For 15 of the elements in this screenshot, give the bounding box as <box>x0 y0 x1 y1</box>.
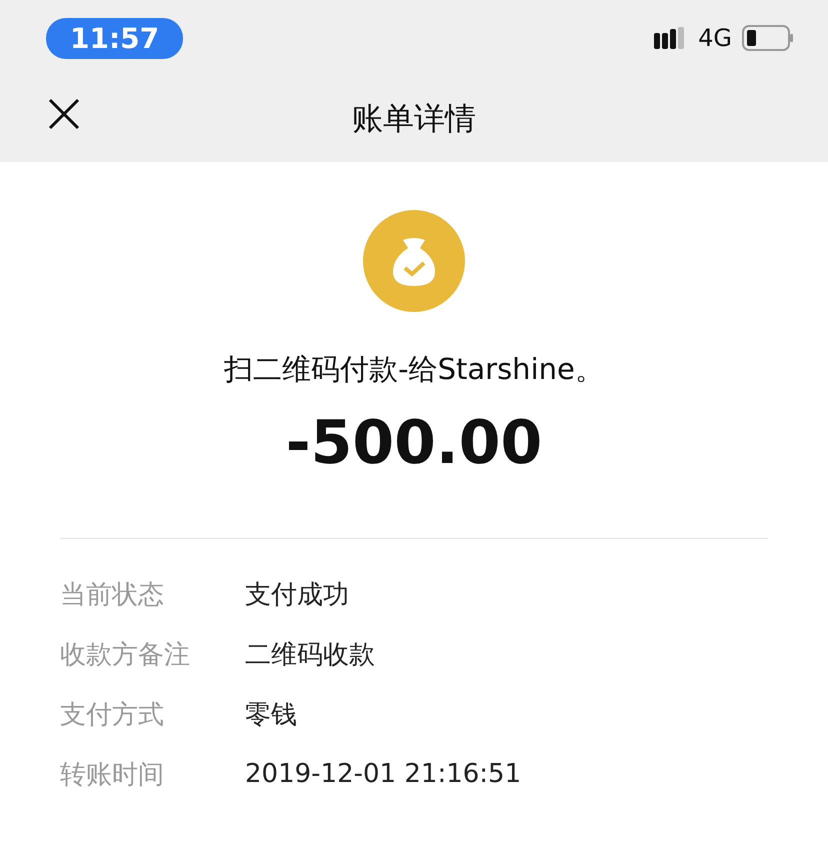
detail-label: 转账时间 <box>60 758 165 792</box>
detail-value: 2019-12-01 21:16:51 <box>245 759 522 789</box>
detail-label: 收款方备注 <box>60 638 191 672</box>
detail-label: 支付方式 <box>60 698 165 732</box>
payment-description: 扫二维码付款-给Starshine。 <box>224 351 604 388</box>
detail-label: 当前状态 <box>60 578 165 612</box>
status-time: 11:57 <box>46 18 184 58</box>
detail-value: 二维码收款 <box>245 638 375 672</box>
page-title: 账单详情 <box>352 100 476 139</box>
battery-icon <box>742 25 794 51</box>
detail-value: 零钱 <box>245 698 297 732</box>
detail-value: 支付成功 <box>245 578 349 612</box>
money-bag-icon <box>363 210 465 312</box>
payment-amount: -500.00 <box>286 408 542 478</box>
network-type: 4G <box>698 24 732 52</box>
